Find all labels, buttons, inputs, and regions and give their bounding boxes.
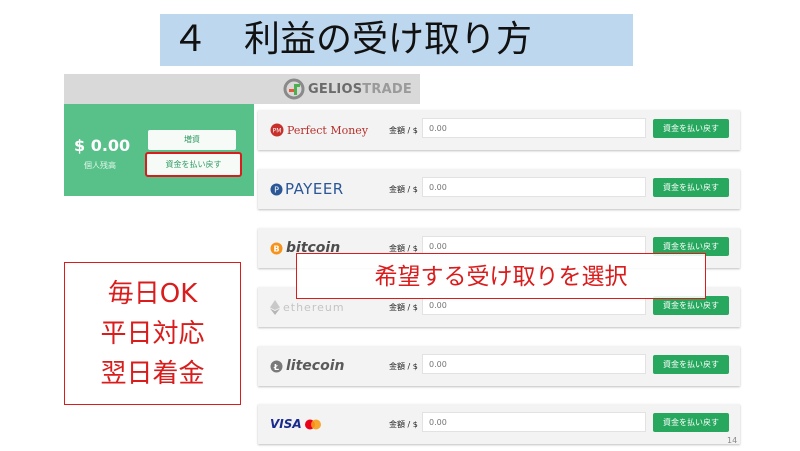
- info-line-weekdays: 平日対応: [100, 319, 205, 349]
- slide-title: ４ 利益の受け取り方: [160, 14, 633, 66]
- svg-text:P: P: [274, 185, 279, 194]
- withdraw-button[interactable]: 資金を払い戻す: [653, 413, 729, 432]
- visa-mastercard-logo: VISA: [270, 414, 322, 434]
- amount-input[interactable]: [422, 177, 646, 197]
- svg-text:B: B: [273, 244, 279, 253]
- amount-label: 金額 / $: [389, 126, 418, 135]
- withdraw-funds-button[interactable]: 資金を払い戻す: [145, 152, 242, 177]
- payment-method-row-perfect-money: PM Perfect Money 金額 / $ 資金を払い戻す: [258, 110, 740, 150]
- amount-input[interactable]: [422, 354, 646, 374]
- page-number: 14: [727, 436, 738, 445]
- perfect-money-logo: PM Perfect Money: [270, 120, 368, 140]
- balance-label: 個人残高: [84, 161, 116, 170]
- amount-label: 金額 / $: [389, 185, 418, 194]
- bitcoin-icon: B: [270, 242, 283, 254]
- gelios-trade-logo[interactable]: GELIOSTRADE: [283, 77, 412, 101]
- amount-label: 金額 / $: [389, 362, 418, 371]
- amount-label: 金額 / $: [389, 420, 418, 429]
- payment-method-row-litecoin: Ł litecoin 金額 / $ 資金を払い戻す: [258, 346, 740, 386]
- payment-method-row-visa: VISA 金額 / $ 資金を払い戻す: [258, 404, 740, 444]
- withdraw-button[interactable]: 資金を払い戻す: [653, 119, 729, 138]
- logo-wordmark: GELIOSTRADE: [308, 81, 412, 97]
- deposit-button[interactable]: 増資: [148, 130, 236, 150]
- info-line-next-day: 翌日着金: [100, 359, 205, 389]
- withdraw-button[interactable]: 資金を払い戻す: [653, 178, 729, 197]
- withdraw-button[interactable]: 資金を払い戻す: [653, 355, 729, 374]
- litecoin-logo: Ł litecoin: [270, 356, 344, 376]
- amount-input[interactable]: [422, 412, 646, 432]
- amount-input[interactable]: [422, 118, 646, 138]
- mastercard-icon: [304, 419, 321, 429]
- gelios-logo-icon: [283, 78, 305, 100]
- perfect-money-icon: PM: [270, 123, 284, 137]
- balance-card: $ 0.00 個人残高: [64, 104, 254, 196]
- svg-text:PM: PM: [273, 128, 282, 135]
- payment-method-row-payeer: P PAYEER 金額 / $ 資金を払い戻す: [258, 169, 740, 209]
- select-method-callout: 希望する受け取りを選択: [296, 253, 706, 299]
- svg-text:Ł: Ł: [273, 362, 279, 371]
- litecoin-icon: Ł: [270, 360, 283, 372]
- payeer-icon: P: [270, 183, 283, 195]
- info-line-daily: 毎日OK: [107, 279, 198, 309]
- ethereum-logo: ethereum: [270, 297, 345, 317]
- payeer-logo: P PAYEER: [270, 179, 344, 199]
- amount-label: 金額 / $: [389, 303, 418, 312]
- payout-info-box: 毎日OK 平日対応 翌日着金: [64, 262, 241, 405]
- balance-amount: $ 0.00: [74, 136, 131, 155]
- ethereum-icon: [270, 299, 280, 315]
